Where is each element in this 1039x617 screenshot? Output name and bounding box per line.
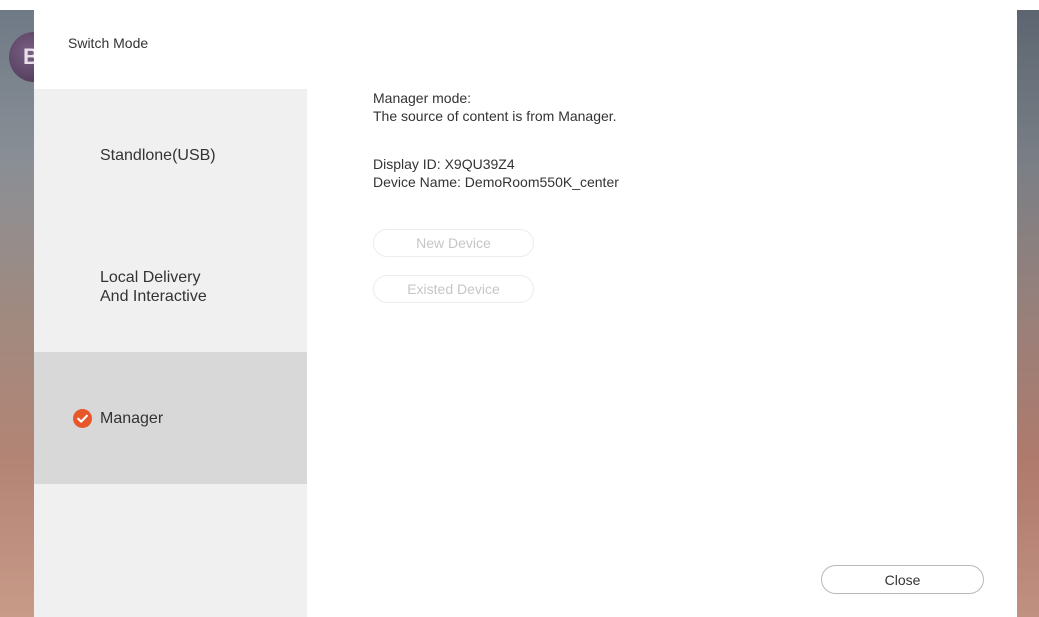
- mode-description-title: Manager mode:: [373, 90, 472, 106]
- display-id-text: Display ID: X9QU39Z4: [373, 156, 515, 172]
- mode-item-standalone-usb[interactable]: Standlone(USB): [34, 89, 307, 221]
- mode-details: Manager mode: The source of content is f…: [373, 89, 619, 191]
- desktop-background-left: [0, 10, 34, 617]
- mode-item-label: Standlone(USB): [100, 147, 216, 164]
- new-device-button[interactable]: New Device: [373, 229, 534, 257]
- mode-description-text: The source of content is from Manager.: [373, 108, 617, 124]
- desktop-background-right: [1017, 10, 1039, 617]
- mode-item-manager[interactable]: Manager: [34, 352, 307, 484]
- dialog-title: Switch Mode: [68, 35, 149, 51]
- mode-item-label: Manager: [100, 410, 164, 427]
- device-info: Display ID: X9QU39Z4 Device Name: DemoRo…: [373, 155, 619, 191]
- check-circle-icon: [73, 409, 92, 428]
- mode-item-label: Local Delivery And Interactive: [100, 269, 207, 305]
- device-name-text: Device Name: DemoRoom550K_center: [373, 174, 619, 190]
- close-button[interactable]: Close: [821, 565, 984, 594]
- existed-device-button[interactable]: Existed Device: [373, 275, 534, 303]
- switch-mode-dialog: Switch Mode Standlone(USB) Local Deliver…: [34, 10, 1017, 617]
- mode-sidebar: Standlone(USB) Local Delivery And Intera…: [34, 89, 307, 617]
- mode-item-local-delivery[interactable]: Local Delivery And Interactive: [34, 221, 307, 352]
